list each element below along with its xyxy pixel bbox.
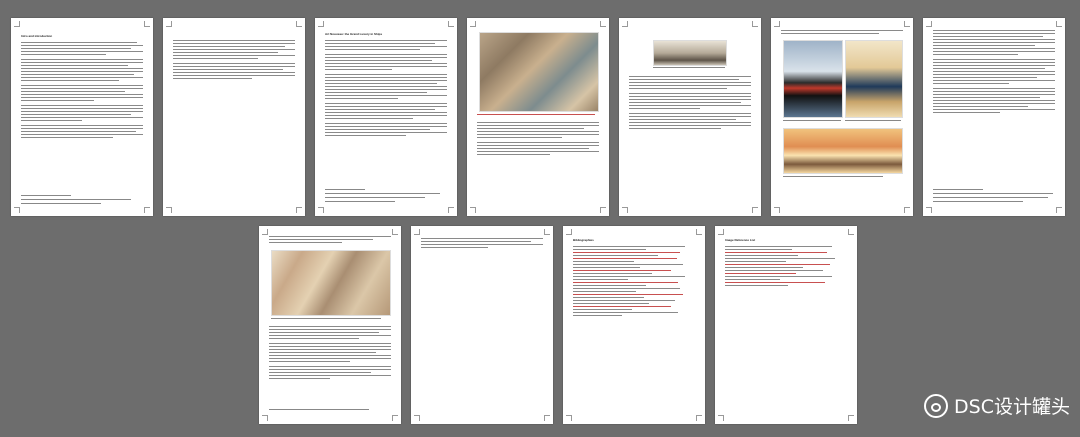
document-page-2[interactable] [163,18,305,216]
ocean-liner-photo [783,40,843,118]
watermark-text: DSC设计罐头 [954,396,1070,418]
document-page-10[interactable]: Bibliographies [563,226,705,424]
document-page-4[interactable] [467,18,609,216]
page-heading: Bibliographies [573,238,594,242]
document-page-9[interactable] [411,226,553,424]
page-heading: Image Reference List [725,238,756,242]
document-page-6[interactable] [771,18,913,216]
watermark: DSC设计罐头 [924,392,1070,419]
document-page-11[interactable]: Image Reference List [715,226,857,424]
ship-illustration [783,128,903,174]
document-page-8[interactable] [259,226,401,424]
page-heading: Art Nouveau: the Grand Luxury in Ships [325,32,383,36]
document-page-7[interactable] [923,18,1065,216]
art-nouveau-image [271,250,391,316]
page-heading: Intro and introduction [21,34,53,38]
wechat-icon [924,393,949,418]
illustration-image [479,32,599,112]
document-page-1[interactable]: Intro and introduction [11,18,153,216]
document-page-3[interactable]: Art Nouveau: the Grand Luxury in Ships [315,18,457,216]
ship-image [653,40,727,66]
ship-poster-image [845,40,903,118]
document-page-5[interactable] [619,18,761,216]
